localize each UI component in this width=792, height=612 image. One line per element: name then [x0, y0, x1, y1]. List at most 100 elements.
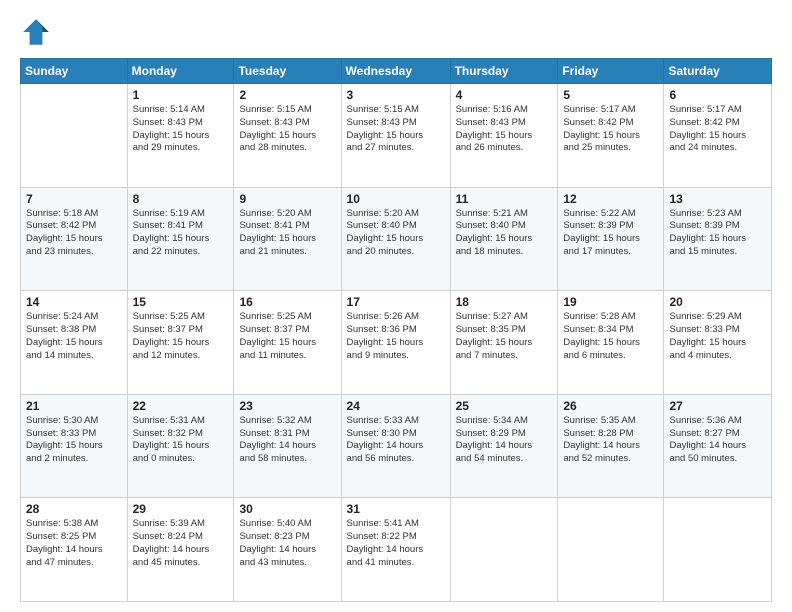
calendar-cell: 18 Sunrise: 5:27 AMSunset: 8:35 PMDayligh…: [450, 291, 558, 395]
calendar-cell: [664, 498, 772, 602]
day-header-sunday: Sunday: [21, 59, 128, 84]
day-number: 26: [563, 399, 658, 413]
day-info: Sunrise: 5:17 AMSunset: 8:42 PMDaylight:…: [669, 104, 766, 155]
day-info: Sunrise: 5:19 AMSunset: 8:41 PMDaylight:…: [133, 208, 229, 259]
calendar-week-row: 28 Sunrise: 5:38 AMSunset: 8:25 PMDayligh…: [21, 498, 772, 602]
day-number: 21: [26, 399, 122, 413]
calendar-cell: 22Sunrise: 5:31 AMSunset: 8:32 PMDayligh…: [127, 394, 234, 498]
calendar-cell: 25 Sunrise: 5:34 AMSunset: 8:29 PMDayligh…: [450, 394, 558, 498]
day-info: Sunrise: 5:28 AMSunset: 8:34 PMDaylight:…: [563, 311, 658, 362]
day-number: 17: [347, 295, 445, 309]
calendar-cell: 26 Sunrise: 5:35 AMSunset: 8:28 PMDayligh…: [558, 394, 664, 498]
calendar-cell: 30 Sunrise: 5:40 AMSunset: 8:23 PMDayligh…: [234, 498, 341, 602]
header: [20, 16, 772, 48]
day-number: 5: [563, 88, 658, 102]
day-number: 22: [133, 399, 229, 413]
day-number: 12: [563, 192, 658, 206]
calendar-cell: [558, 498, 664, 602]
calendar-cell: 16Sunrise: 5:25 AMSunset: 8:37 PMDayligh…: [234, 291, 341, 395]
calendar-cell: [21, 84, 128, 188]
day-info: Sunrise: 5:22 AMSunset: 8:39 PMDaylight:…: [563, 208, 658, 259]
day-number: 18: [456, 295, 553, 309]
day-info: Sunrise: 5:27 AMSunset: 8:35 PMDaylight:…: [456, 311, 553, 362]
day-header-saturday: Saturday: [664, 59, 772, 84]
day-info: Sunrise: 5:33 AMSunset: 8:30 PMDaylight:…: [347, 415, 445, 466]
day-number: 8: [133, 192, 229, 206]
day-number: 10: [347, 192, 445, 206]
day-number: 14: [26, 295, 122, 309]
day-number: 6: [669, 88, 766, 102]
calendar-week-row: 1 Sunrise: 5:14 AMSunset: 8:43 PMDaylight…: [21, 84, 772, 188]
day-info: Sunrise: 5:26 AMSunset: 8:36 PMDaylight:…: [347, 311, 445, 362]
day-info: Sunrise: 5:20 AMSunset: 8:40 PMDaylight:…: [347, 208, 445, 259]
calendar-week-row: 7 Sunrise: 5:18 AMSunset: 8:42 PMDaylight…: [21, 187, 772, 291]
calendar-cell: 20 Sunrise: 5:29 AMSunset: 8:33 PMDayligh…: [664, 291, 772, 395]
day-info: Sunrise: 5:30 AMSunset: 8:33 PMDaylight:…: [26, 415, 122, 466]
calendar-cell: 14Sunrise: 5:24 AMSunset: 8:38 PMDayligh…: [21, 291, 128, 395]
day-info: Sunrise: 5:15 AMSunset: 8:43 PMDaylight:…: [347, 104, 445, 155]
day-number: 28: [26, 502, 122, 516]
logo-icon: [20, 16, 52, 48]
day-number: 3: [347, 88, 445, 102]
calendar-cell: 8 Sunrise: 5:19 AMSunset: 8:41 PMDaylight…: [127, 187, 234, 291]
calendar-cell: 24 Sunrise: 5:33 AMSunset: 8:30 PMDayligh…: [341, 394, 450, 498]
day-number: 4: [456, 88, 553, 102]
calendar-cell: 19Sunrise: 5:28 AMSunset: 8:34 PMDayligh…: [558, 291, 664, 395]
day-info: Sunrise: 5:36 AMSunset: 8:27 PMDaylight:…: [669, 415, 766, 466]
calendar-cell: 9 Sunrise: 5:20 AMSunset: 8:41 PMDaylight…: [234, 187, 341, 291]
calendar-cell: [450, 498, 558, 602]
day-number: 25: [456, 399, 553, 413]
calendar-cell: 4 Sunrise: 5:16 AMSunset: 8:43 PMDaylight…: [450, 84, 558, 188]
day-info: Sunrise: 5:39 AMSunset: 8:24 PMDaylight:…: [133, 518, 229, 569]
calendar-cell: 1 Sunrise: 5:14 AMSunset: 8:43 PMDaylight…: [127, 84, 234, 188]
day-number: 1: [133, 88, 229, 102]
day-number: 27: [669, 399, 766, 413]
logo: [20, 16, 56, 48]
day-number: 13: [669, 192, 766, 206]
day-info: Sunrise: 5:21 AMSunset: 8:40 PMDaylight:…: [456, 208, 553, 259]
day-number: 20: [669, 295, 766, 309]
day-number: 30: [239, 502, 335, 516]
day-info: Sunrise: 5:35 AMSunset: 8:28 PMDaylight:…: [563, 415, 658, 466]
day-number: 16: [239, 295, 335, 309]
day-info: Sunrise: 5:23 AMSunset: 8:39 PMDaylight:…: [669, 208, 766, 259]
calendar-cell: 10 Sunrise: 5:20 AMSunset: 8:40 PMDayligh…: [341, 187, 450, 291]
day-info: Sunrise: 5:20 AMSunset: 8:41 PMDaylight:…: [239, 208, 335, 259]
calendar-cell: 27 Sunrise: 5:36 AMSunset: 8:27 PMDayligh…: [664, 394, 772, 498]
day-info: Sunrise: 5:34 AMSunset: 8:29 PMDaylight:…: [456, 415, 553, 466]
day-number: 31: [347, 502, 445, 516]
calendar-cell: 21 Sunrise: 5:30 AMSunset: 8:33 PMDayligh…: [21, 394, 128, 498]
day-header-friday: Friday: [558, 59, 664, 84]
day-number: 29: [133, 502, 229, 516]
day-number: 7: [26, 192, 122, 206]
day-number: 24: [347, 399, 445, 413]
day-header-wednesday: Wednesday: [341, 59, 450, 84]
day-info: Sunrise: 5:16 AMSunset: 8:43 PMDaylight:…: [456, 104, 553, 155]
calendar-cell: 29 Sunrise: 5:39 AMSunset: 8:24 PMDayligh…: [127, 498, 234, 602]
day-info: Sunrise: 5:18 AMSunset: 8:42 PMDaylight:…: [26, 208, 122, 259]
day-info: Sunrise: 5:14 AMSunset: 8:43 PMDaylight:…: [133, 104, 229, 155]
calendar-cell: 7 Sunrise: 5:18 AMSunset: 8:42 PMDaylight…: [21, 187, 128, 291]
day-number: 23: [239, 399, 335, 413]
day-info: Sunrise: 5:29 AMSunset: 8:33 PMDaylight:…: [669, 311, 766, 362]
calendar-table: SundayMondayTuesdayWednesdayThursdayFrid…: [20, 58, 772, 602]
day-header-monday: Monday: [127, 59, 234, 84]
day-info: Sunrise: 5:40 AMSunset: 8:23 PMDaylight:…: [239, 518, 335, 569]
calendar-cell: 15Sunrise: 5:25 AMSunset: 8:37 PMDayligh…: [127, 291, 234, 395]
calendar-cell: 12 Sunrise: 5:22 AMSunset: 8:39 PMDayligh…: [558, 187, 664, 291]
day-info: Sunrise: 5:17 AMSunset: 8:42 PMDaylight:…: [563, 104, 658, 155]
day-info: Sunrise: 5:25 AMSunset: 8:37 PMDaylight:…: [133, 311, 229, 362]
calendar-header-row: SundayMondayTuesdayWednesdayThursdayFrid…: [21, 59, 772, 84]
day-number: 9: [239, 192, 335, 206]
calendar-week-row: 21 Sunrise: 5:30 AMSunset: 8:33 PMDayligh…: [21, 394, 772, 498]
day-info: Sunrise: 5:38 AMSunset: 8:25 PMDaylight:…: [26, 518, 122, 569]
calendar-cell: 28 Sunrise: 5:38 AMSunset: 8:25 PMDayligh…: [21, 498, 128, 602]
day-header-thursday: Thursday: [450, 59, 558, 84]
calendar-week-row: 14Sunrise: 5:24 AMSunset: 8:38 PMDayligh…: [21, 291, 772, 395]
calendar-cell: 13 Sunrise: 5:23 AMSunset: 8:39 PMDayligh…: [664, 187, 772, 291]
day-info: Sunrise: 5:32 AMSunset: 8:31 PMDaylight:…: [239, 415, 335, 466]
calendar-cell: 5 Sunrise: 5:17 AMSunset: 8:42 PMDaylight…: [558, 84, 664, 188]
calendar-cell: 23 Sunrise: 5:32 AMSunset: 8:31 PMDayligh…: [234, 394, 341, 498]
calendar-cell: 3 Sunrise: 5:15 AMSunset: 8:43 PMDaylight…: [341, 84, 450, 188]
calendar-cell: 31Sunrise: 5:41 AMSunset: 8:22 PMDayligh…: [341, 498, 450, 602]
